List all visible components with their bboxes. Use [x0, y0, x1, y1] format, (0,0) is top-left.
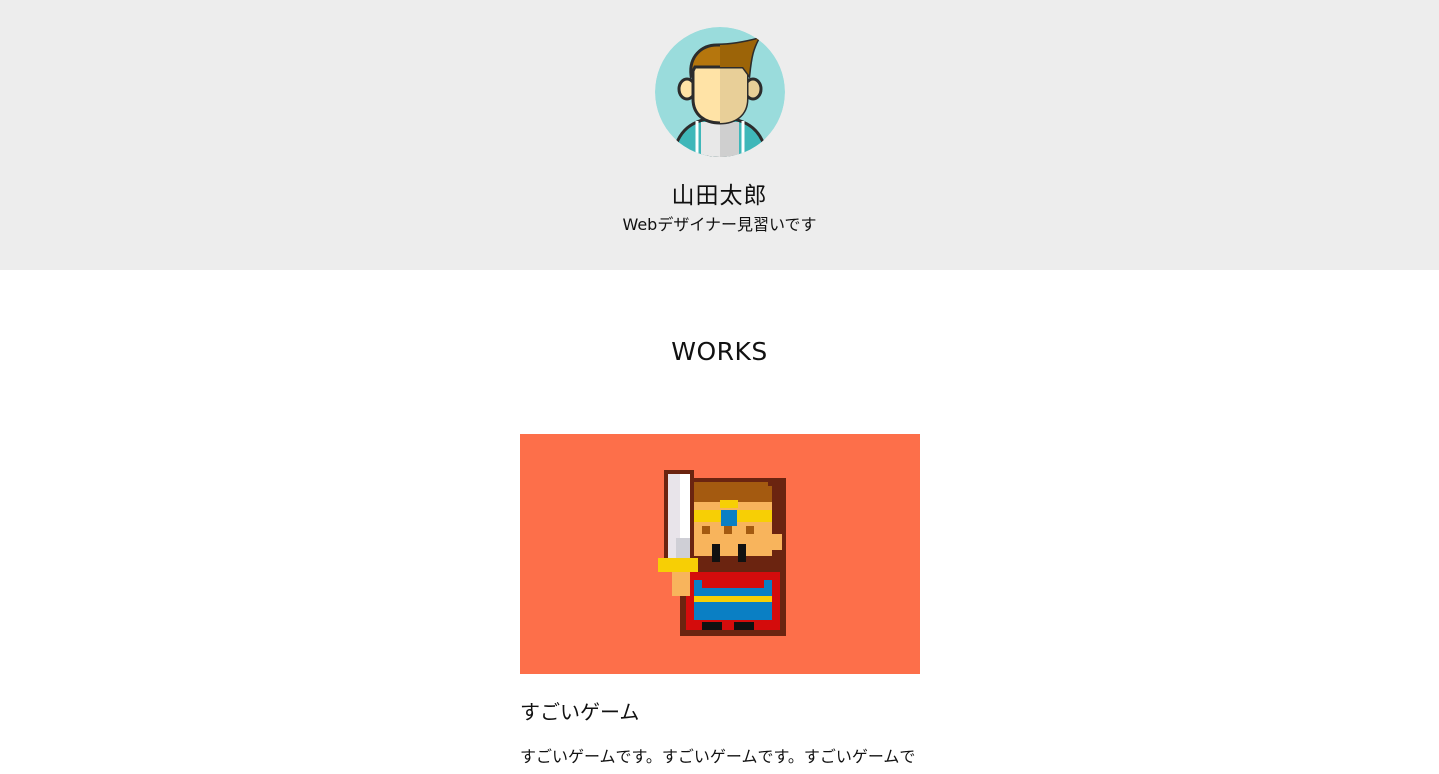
profile-name: 山田太郎 — [671, 183, 768, 209]
work-thumbnail[interactable] — [520, 434, 920, 674]
work-card[interactable]: すごいゲーム すごいゲームです。すごいゲームです。すごいゲームで — [520, 434, 920, 770]
profile-header: 山田太郎 Webデザイナー見習いです — [0, 0, 1439, 270]
work-title[interactable]: すごいゲーム — [520, 698, 920, 726]
profile-tagline: Webデザイナー見習いです — [622, 215, 817, 234]
work-description: すごいゲームです。すごいゲームです。すごいゲームで — [520, 747, 916, 766]
person-avatar-icon — [655, 27, 785, 157]
pixel-hero-swordsman-icon — [658, 470, 786, 636]
works-heading: WORKS — [671, 337, 768, 366]
